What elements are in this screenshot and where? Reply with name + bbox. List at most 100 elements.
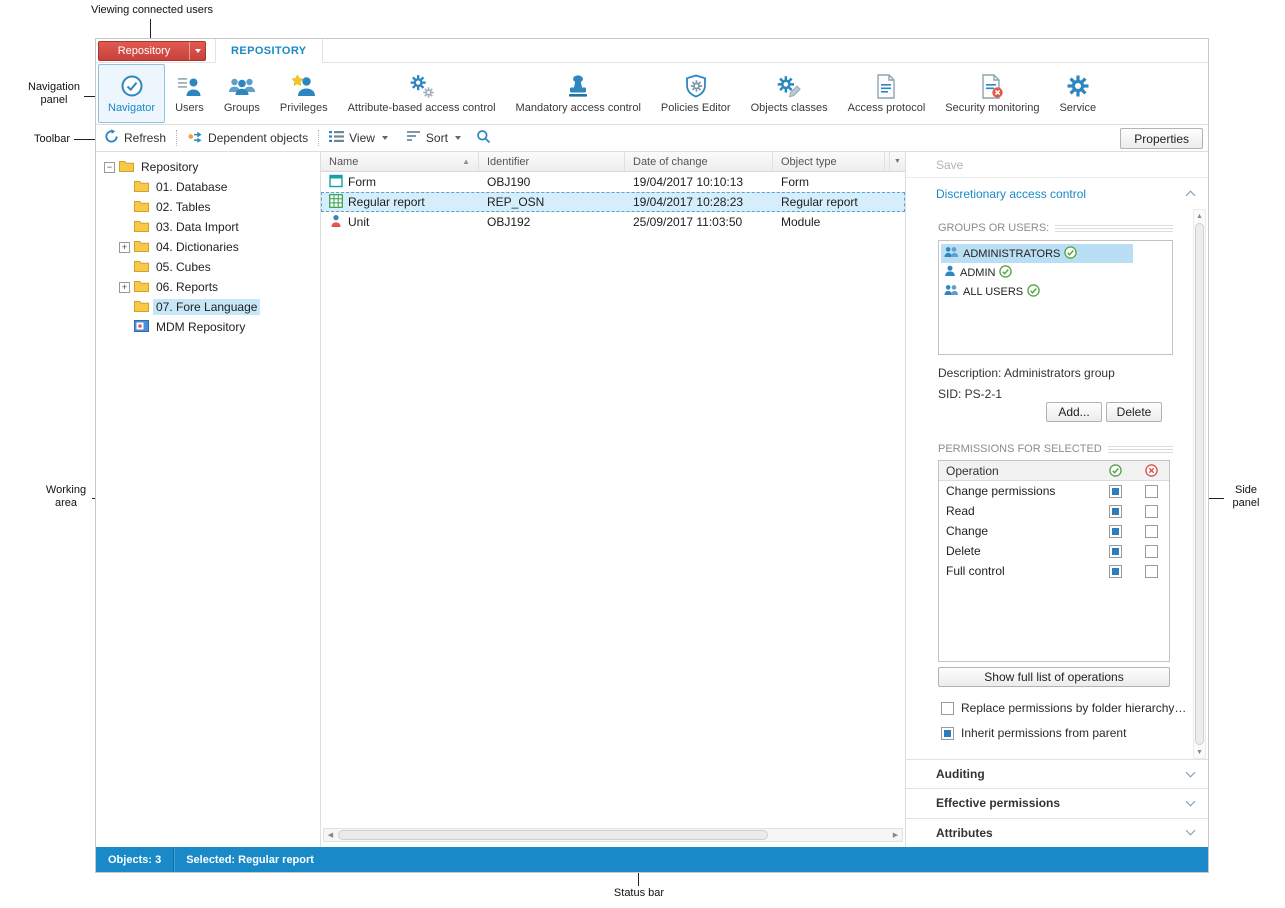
tree-item-label: 05. Cubes	[153, 259, 214, 275]
form-icon	[329, 174, 343, 191]
view-list-icon	[329, 130, 344, 146]
permissions-label-row: PERMISSIONS FOR SELECTED	[938, 443, 1173, 455]
scrollbar-thumb[interactable]	[338, 830, 768, 840]
dependent-objects-button[interactable]: Dependent objects	[187, 129, 308, 147]
side-panel: Save Discretionary access control GROUPS…	[906, 152, 1208, 847]
group-item-administrators[interactable]: ADMINISTRATORS	[941, 244, 1133, 263]
ribbon-item-groups[interactable]: Groups	[214, 64, 270, 123]
permission-row-full-control: Full control	[939, 561, 1169, 581]
tree-item-mdm-repository[interactable]: MDM Repository	[96, 317, 320, 337]
repository-menu-button[interactable]: Repository	[98, 41, 206, 61]
tabs-row: Repository REPOSITORY	[96, 39, 1208, 63]
chevron-down-icon	[455, 136, 461, 140]
deny-checkbox[interactable]	[1145, 565, 1158, 578]
group-item-admin[interactable]: ADMIN	[941, 263, 1170, 282]
annotation-toolbar: Toolbar	[30, 133, 74, 146]
ribbon-item-label: Groups	[224, 102, 260, 114]
section-header-attributes[interactable]: Attributes	[906, 819, 1208, 847]
ribbon-item-policies-editor[interactable]: Policies Editor	[651, 64, 741, 123]
ribbon-item-objects-classes[interactable]: Objects classes	[741, 64, 838, 123]
grid-row-unit[interactable]: Unit OBJ192 25/09/2017 11:03:50 Module	[321, 212, 905, 232]
deny-checkbox[interactable]	[1145, 545, 1158, 558]
cell-object-type: Form	[781, 175, 809, 189]
deny-column-header-x-icon	[1133, 464, 1169, 477]
ribbon-item-security-monitoring[interactable]: Security monitoring	[935, 64, 1049, 123]
tree-item-cubes[interactable]: 05. Cubes	[96, 257, 320, 277]
cell-object-type: Module	[781, 215, 820, 229]
refresh-button[interactable]: Refresh	[104, 129, 166, 147]
navigation-tree: − Repository 01. Database 02. Tables 03.…	[96, 152, 321, 847]
column-header-date-of-change[interactable]: Date of change	[625, 152, 773, 171]
allow-checkbox[interactable]	[1109, 525, 1122, 538]
allow-checkbox[interactable]	[1109, 565, 1122, 578]
scroll-left-arrow[interactable]: ◀	[324, 829, 337, 841]
collapse-icon[interactable]: −	[104, 162, 115, 173]
delete-button[interactable]: Delete	[1106, 402, 1162, 422]
search-button[interactable]	[476, 129, 491, 147]
section-header-auditing[interactable]: Auditing	[906, 760, 1208, 789]
replace-permissions-label: Replace permissions by folder hierarchy…	[961, 701, 1186, 715]
column-chooser-button[interactable]: ▼	[889, 152, 905, 171]
expand-icon[interactable]: +	[119, 282, 130, 293]
replace-permissions-checkbox-row[interactable]: Replace permissions by folder hierarchy…	[941, 701, 1186, 715]
section-header-effective-permissions[interactable]: Effective permissions	[906, 789, 1208, 818]
ribbon-item-access-protocol[interactable]: Access protocol	[838, 64, 936, 123]
replace-permissions-checkbox[interactable]	[941, 702, 954, 715]
cell-name: Regular report	[348, 195, 425, 209]
scroll-right-arrow[interactable]: ▶	[889, 829, 902, 841]
inherit-permissions-checkbox-row[interactable]: Inherit permissions from parent	[941, 726, 1126, 740]
section-header-label: Attributes	[936, 826, 993, 840]
ribbon-item-navigator[interactable]: Navigator	[98, 64, 165, 123]
ribbon-item-label: Privileges	[280, 102, 328, 114]
save-button-disabled[interactable]: Save	[906, 152, 1208, 178]
scroll-down-arrow[interactable]: ▼	[1193, 746, 1206, 758]
view-dropdown[interactable]: View	[329, 130, 388, 146]
tab-repository[interactable]: REPOSITORY	[215, 39, 323, 63]
group-item-all-users[interactable]: ALL USERS	[941, 282, 1170, 301]
groups-or-users-label: GROUPS OR USERS:	[938, 222, 1049, 234]
ribbon-item-privileges[interactable]: Privileges	[270, 64, 338, 123]
module-icon	[329, 214, 343, 231]
tree-item-database[interactable]: 01. Database	[96, 177, 320, 197]
repository-menu-button-label: Repository	[99, 45, 189, 57]
scrollbar-thumb[interactable]	[1195, 223, 1204, 745]
section-header-label: Effective permissions	[936, 796, 1060, 810]
deny-checkbox[interactable]	[1145, 525, 1158, 538]
section-header-discretionary-access-control[interactable]: Discretionary access control	[906, 178, 1208, 209]
ribbon-item-attribute-based-access-control[interactable]: Attribute-based access control	[338, 64, 506, 123]
grid-row-regular-report-selected[interactable]: Regular report REP_OSN 19/04/2017 10:28:…	[321, 192, 905, 212]
tree-item-data-import[interactable]: 03. Data Import	[96, 217, 320, 237]
allow-checkbox[interactable]	[1109, 485, 1122, 498]
horizontal-scrollbar[interactable]: ◀ ▶	[323, 828, 903, 842]
vertical-scrollbar[interactable]: ▲ ▼	[1193, 209, 1206, 759]
tree-item-label: 02. Tables	[153, 199, 214, 215]
allow-checkbox[interactable]	[1109, 505, 1122, 518]
deny-checkbox[interactable]	[1145, 485, 1158, 498]
show-full-list-button[interactable]: Show full list of operations	[938, 667, 1170, 687]
toolbar: Refresh Dependent objects View Sort Prop…	[96, 125, 1208, 152]
column-header-name[interactable]: Name ▲	[321, 152, 479, 171]
cell-date-of-change: 19/04/2017 10:28:23	[633, 195, 743, 209]
ribbon-item-users[interactable]: Users	[165, 64, 214, 123]
deny-checkbox[interactable]	[1145, 505, 1158, 518]
allow-column-header-check-icon	[1097, 464, 1133, 477]
tree-item-fore-language[interactable]: 07. Fore Language	[96, 297, 320, 317]
column-header-object-type[interactable]: Object type	[773, 152, 885, 171]
grid-row-form[interactable]: Form OBJ190 19/04/2017 10:10:13 Form	[321, 172, 905, 192]
ribbon-item-mandatory-access-control[interactable]: Mandatory access control	[506, 64, 651, 123]
sort-dropdown[interactable]: Sort	[407, 130, 461, 146]
repository-menu-dropdown[interactable]	[189, 42, 205, 60]
policies-editor-icon	[684, 73, 708, 99]
inherit-permissions-checkbox[interactable]	[941, 727, 954, 740]
add-button[interactable]: Add...	[1046, 402, 1102, 422]
ribbon-item-service[interactable]: Service	[1049, 64, 1106, 123]
tree-item-dictionaries[interactable]: + 04. Dictionaries	[96, 237, 320, 257]
column-header-identifier[interactable]: Identifier	[479, 152, 625, 171]
scroll-up-arrow[interactable]: ▲	[1193, 210, 1206, 222]
properties-button[interactable]: Properties	[1120, 128, 1203, 149]
tree-item-repository[interactable]: − Repository	[96, 157, 320, 177]
expand-icon[interactable]: +	[119, 242, 130, 253]
allow-checkbox[interactable]	[1109, 545, 1122, 558]
tree-item-reports[interactable]: + 06. Reports	[96, 277, 320, 297]
tree-item-tables[interactable]: 02. Tables	[96, 197, 320, 217]
